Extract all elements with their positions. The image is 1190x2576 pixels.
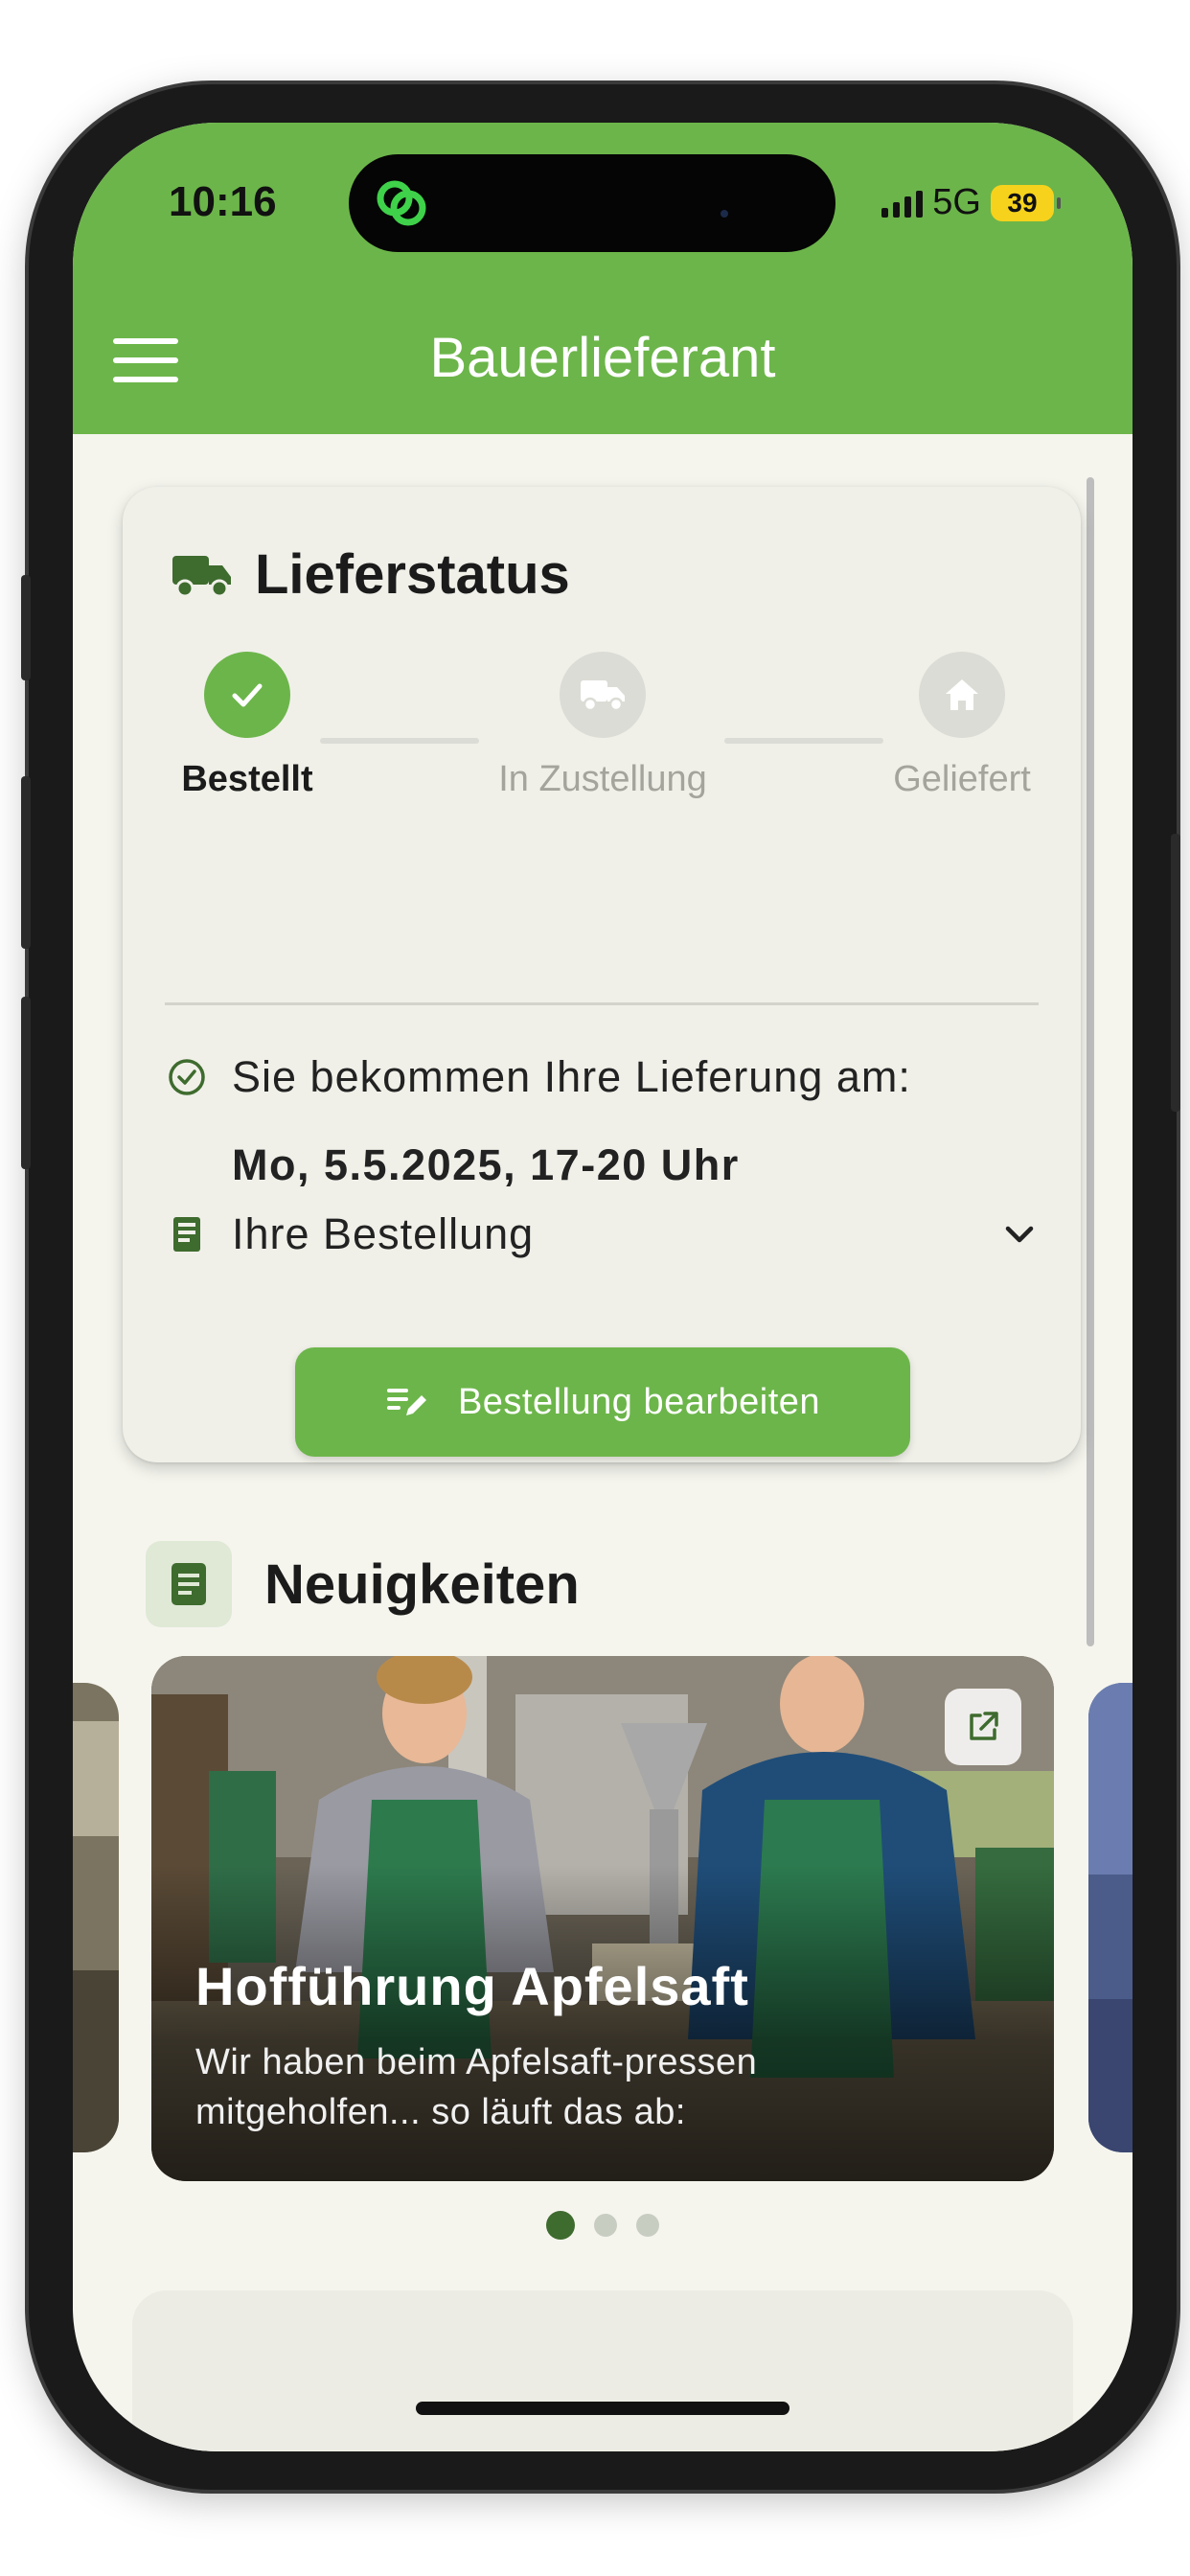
card-title: Lieferstatus — [255, 543, 570, 606]
home-indicator[interactable] — [416, 2402, 790, 2415]
step-delivered-label: Geliefert — [893, 759, 1031, 799]
delivery-status-card: Lieferstatus Bestellt In Zustellung Geli… — [123, 487, 1081, 1462]
news-card-title: Hofführung Apfelsaft — [195, 1956, 749, 2016]
step-delivered-circle — [919, 652, 1005, 738]
news-header: Neuigkeiten — [146, 1541, 580, 1627]
battery-level: 39 — [1007, 187, 1038, 218]
news-card[interactable]: Hofführung Apfelsaft Wir haben beim Apfe… — [151, 1656, 1054, 2181]
order-expander[interactable]: Ihre Bestellung — [167, 1196, 1041, 1273]
step-delivered: Geliefert — [837, 652, 1087, 800]
news-card-description: Wir haben beim Apfelsaft-pressen mitgeho… — [195, 2042, 758, 2132]
camera-dot — [721, 210, 728, 218]
battery-icon: 39 — [991, 184, 1061, 221]
pagination-dot-3[interactable] — [636, 2214, 659, 2237]
status-indicators: 5G 39 — [881, 182, 1061, 223]
home-icon — [946, 679, 978, 710]
card-header: Lieferstatus — [171, 542, 570, 607]
article-icon — [172, 1563, 206, 1605]
previous-news-card[interactable] — [73, 1683, 119, 2152]
delivery-info: Sie bekommen Ihre Lieferung am: — [167, 1052, 911, 1102]
network-type: 5G — [932, 182, 981, 222]
order-label: Ihre Bestellung — [232, 1209, 535, 1258]
edit-list-icon — [386, 1389, 426, 1415]
link-app-icon — [377, 180, 426, 226]
news-title: Neuigkeiten — [264, 1552, 580, 1616]
step-in-delivery: In Zustellung — [478, 652, 727, 800]
edit-order-button-label: Bestellung bearbeiten — [457, 1381, 821, 1422]
screen: 10:16 5G 39 Bauerlieferant Lieferstatus … — [73, 123, 1133, 2451]
carousel-pagination — [73, 2211, 1133, 2240]
step-in-delivery-label: In Zustellung — [498, 759, 707, 799]
app-header: 10:16 5G 39 Bauerlieferant — [73, 123, 1133, 434]
chevron-down-icon[interactable] — [998, 1213, 1041, 1255]
step-ordered-circle — [204, 652, 290, 738]
volume-down-button — [21, 997, 31, 1169]
divider — [165, 1002, 1039, 1005]
news-icon — [146, 1541, 232, 1627]
mute-switch — [21, 575, 31, 680]
external-link-icon — [970, 1712, 998, 1740]
truck-icon — [581, 680, 625, 712]
app-title: Bauerlieferant — [429, 327, 776, 389]
next-news-card[interactable] — [1088, 1683, 1133, 2152]
step-ordered-label: Bestellt — [181, 759, 313, 799]
edit-order-button[interactable]: Bestellung bearbeiten — [295, 1347, 910, 1457]
next-section-card — [132, 2290, 1073, 2451]
power-button — [1171, 834, 1180, 1112]
news-image — [1088, 1683, 1133, 2152]
pagination-dot-1[interactable] — [546, 2211, 575, 2240]
volume-up-button — [21, 776, 31, 949]
truck-icon — [172, 555, 231, 597]
step-ordered: Bestellt — [123, 652, 372, 800]
signal-icon — [881, 189, 924, 218]
delivery-date: Mo, 5.5.2025, 17-20 Uhr — [232, 1140, 740, 1189]
external-link-button[interactable] — [945, 1689, 1021, 1765]
scrollbar[interactable] — [1087, 477, 1094, 1646]
pagination-dot-2[interactable] — [594, 2214, 617, 2237]
delivery-text: Sie bekommen Ihre Lieferung am: — [232, 1052, 911, 1101]
check-circle-icon — [169, 1059, 205, 1095]
status-time: 10:16 — [169, 178, 277, 225]
dynamic-island — [349, 154, 835, 252]
check-icon — [232, 683, 263, 707]
news-image — [73, 1683, 119, 2152]
step-in-delivery-circle — [560, 652, 646, 738]
receipt-icon — [173, 1217, 200, 1252]
